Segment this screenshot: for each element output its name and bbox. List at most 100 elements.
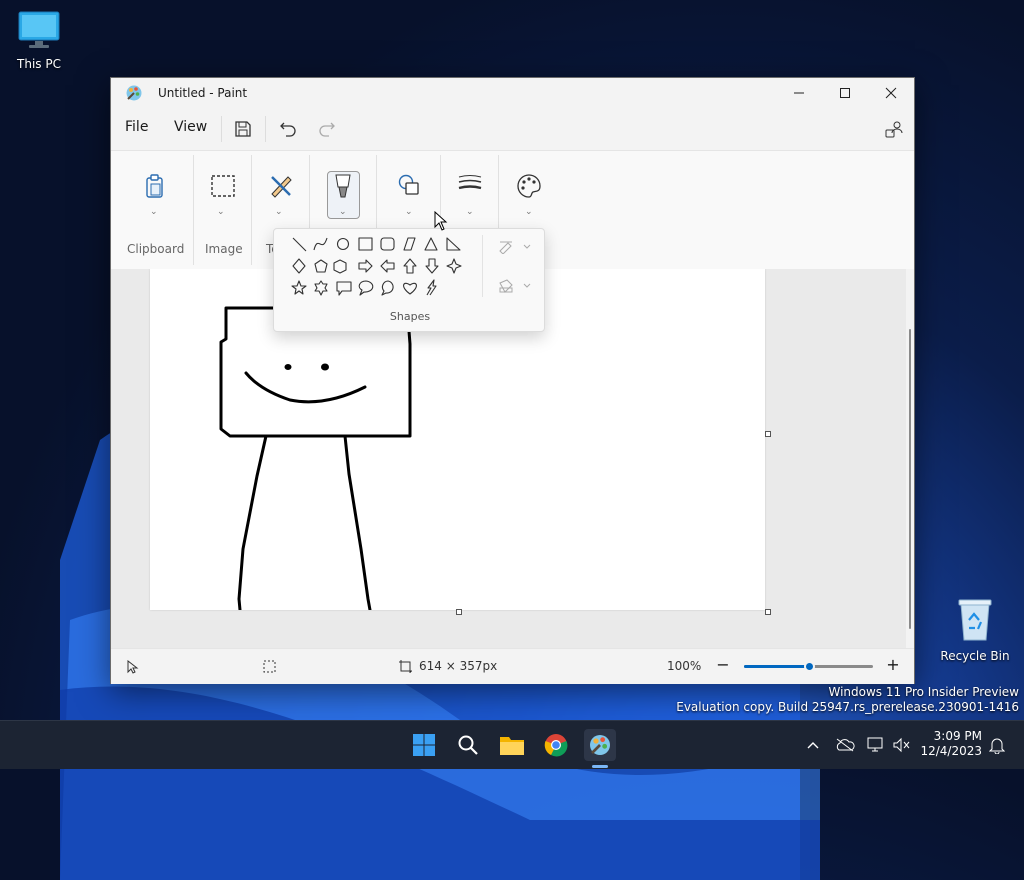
heart-shape-icon [403,282,417,295]
clock-time: 3:09 PM [933,729,982,743]
up-arrow-shape-icon [403,258,417,274]
recycle-bin-label: Recycle Bin [940,649,1010,663]
chrome-button[interactable] [540,729,572,761]
notifications-button[interactable] [986,735,1008,755]
volume-button[interactable] [890,735,912,755]
vertical-scrollbar[interactable] [906,269,914,648]
outline-icon[interactable] [498,240,532,254]
menu-bar: File View [111,108,914,148]
line-weight-icon [458,175,482,190]
start-button[interactable] [408,729,440,761]
zoom-slider[interactable] [744,661,873,672]
curve-shape-icon [313,237,328,251]
zoom-out-icon[interactable]: − [714,657,732,674]
start-icon [413,734,435,756]
minimize-button[interactable] [776,78,822,108]
network-button[interactable] [865,735,887,755]
account-button[interactable] [881,116,907,142]
line-weight-button[interactable] [453,173,487,209]
menu-file[interactable]: File [125,119,148,135]
ribbon-divider [251,155,252,265]
resize-handle-right[interactable] [765,431,771,437]
network-icon [867,737,883,752]
show-hidden-icons-button[interactable] [802,735,824,755]
maximize-icon [840,88,850,98]
title-bar[interactable]: Untitled - Paint [111,78,914,108]
clock-date: 12/4/2023 [920,744,982,758]
paint-window: Untitled - Paint File View ⌄ Clipboard ⌄… [110,77,915,684]
chevron-up-icon [807,742,819,749]
close-button[interactable] [868,78,914,108]
zoom-slider-fill [744,665,809,668]
rectangle-shape-icon [358,237,373,251]
status-bar: 614 × 357px 100% − + [111,648,914,684]
onedrive-button[interactable] [834,735,856,755]
left-arrow-shape-icon [380,259,395,273]
chevron-down-icon[interactable]: ⌄ [525,207,533,217]
paint-icon [126,85,142,101]
clipboard-label: Clipboard [127,242,185,256]
zoom-value[interactable]: 100% [667,659,701,673]
clipboard-group: ⌄ Clipboard [121,151,193,269]
watermark-line2: Evaluation copy. Build 25947.rs_prerelea… [676,700,1019,714]
selection-size-icon [263,660,276,673]
bell-icon [989,738,1005,754]
chevron-down-icon[interactable]: ⌄ [217,207,225,217]
five-point-star-shape-icon [291,280,307,295]
select-icon [211,175,235,197]
scrollbar-thumb[interactable] [909,329,911,629]
chevron-down-icon[interactable]: ⌄ [405,207,413,217]
clipboard-icon [146,174,163,198]
six-point-star-shape-icon [314,280,328,296]
hexagon-shape-icon [333,259,347,274]
shapes-icon [398,174,419,195]
image-label: Image [205,242,243,256]
paint-taskbar-button[interactable] [584,729,616,761]
search-button[interactable] [452,729,484,761]
taskbar: 3:09 PM 12/4/2023 [0,720,1024,769]
zoom-slider-thumb[interactable] [804,661,815,672]
recycle-bin-icon [958,599,992,641]
select-button[interactable] [206,173,240,209]
canvas-size-icon [399,660,412,673]
chevron-down-icon[interactable]: ⌄ [466,207,474,217]
shapes-button[interactable] [392,173,426,209]
menu-view[interactable]: View [174,119,207,135]
lightning-shape-icon [426,279,437,296]
desktop-recycle-bin[interactable]: Recycle Bin [939,596,1011,663]
desktop-this-pc[interactable]: This PC [3,10,75,71]
down-arrow-shape-icon [425,258,439,274]
image-group: ⌄ Image [195,151,251,269]
brush-icon-wrap [326,173,360,209]
right-arrow-shape-icon [358,259,373,273]
tools-icon [271,176,292,198]
tools-button[interactable] [264,173,298,209]
chevron-down-icon[interactable]: ⌄ [150,207,158,217]
colors-button[interactable] [512,173,546,209]
oval-callout-shape-icon [358,280,374,296]
menu-divider [221,116,222,142]
resize-handle-corner[interactable] [765,609,771,615]
save-icon [235,121,251,137]
chevron-down-icon[interactable]: ⌄ [275,207,283,217]
zoom-in-icon[interactable]: + [884,657,902,674]
file-explorer-button[interactable] [496,729,528,761]
clipboard-button[interactable] [138,173,172,209]
oval-shape-icon [336,237,350,251]
save-button[interactable] [230,116,256,142]
fill-icon[interactable] [498,279,532,293]
resize-handle-bottom[interactable] [456,609,462,615]
pentagon-shape-icon [314,259,328,273]
pointer-icon [127,660,139,674]
taskbar-clock[interactable]: 3:09 PM 12/4/2023 [920,729,982,759]
close-icon [885,87,897,99]
undo-button[interactable] [275,116,301,142]
colors-icon [517,174,541,198]
volume-muted-icon [893,737,910,753]
chevron-down-icon[interactable]: ⌄ [339,207,347,217]
four-point-star-shape-icon [446,258,462,274]
redo-button[interactable] [314,116,340,142]
maximize-button[interactable] [822,78,868,108]
this-pc-label: This PC [17,57,61,71]
brush-icon [335,174,351,198]
